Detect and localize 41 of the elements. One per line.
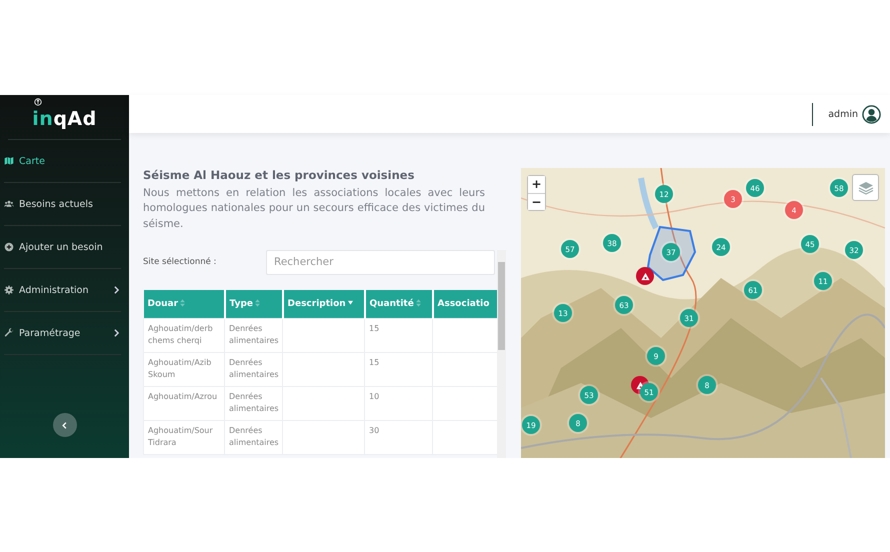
- user-avatar-icon[interactable]: [862, 104, 881, 124]
- logo: inqAd: [32, 108, 97, 130]
- wrench-icon: [4, 328, 14, 338]
- column-header[interactable]: Quantité: [364, 290, 432, 318]
- table-cell: Aghouatim/Azib Skoum: [148, 358, 212, 379]
- users-icon: [4, 199, 14, 209]
- table-cell: Denrées alimentaires: [229, 426, 279, 447]
- table-cell: 30: [369, 426, 380, 435]
- table-cell: Denrées alimentaires: [229, 324, 279, 345]
- map-icon: [4, 156, 14, 166]
- logo-circle-icon: [34, 98, 42, 106]
- table-cell: Denrées alimentaires: [229, 392, 279, 413]
- table-cell: Aghouatim/Sour Tidrara: [148, 426, 213, 447]
- chevron-left-icon: [62, 422, 67, 428]
- page-title: Séisme Al Haouz et les provinces voisines: [143, 168, 416, 182]
- scrollbar[interactable]: [497, 250, 506, 458]
- table-cell: Aghouatim/Azrou: [148, 392, 218, 401]
- warning-icon: [640, 272, 650, 280]
- column-header[interactable]: Description: [282, 290, 364, 318]
- gear-icon: [4, 285, 14, 295]
- table-cell: 10: [369, 392, 380, 401]
- nav-item[interactable]: Paramétrage: [4, 312, 121, 355]
- nav-item[interactable]: Besoins actuels: [4, 183, 121, 226]
- table-cell: 15: [369, 358, 380, 367]
- user-name: admin: [828, 108, 858, 120]
- zoom-out-button[interactable]: −: [528, 193, 545, 210]
- column-header[interactable]: Type: [224, 290, 282, 318]
- nav-item[interactable]: Ajouter un besoin: [4, 226, 121, 269]
- nav-item[interactable]: Administration: [4, 269, 121, 312]
- collapse-button[interactable]: [52, 413, 76, 437]
- table-cell: Aghouatim/derb chems cherqi: [148, 324, 213, 345]
- intro-text: Nous mettons en relation les associations locales avec leurs homologues nationales pour un secours efficace des victimes du séisme.: [143, 186, 485, 232]
- column-header[interactable]: Douar: [144, 290, 224, 318]
- site-label: Site sélectionné :: [143, 257, 218, 268]
- table-cell: 15: [369, 324, 380, 333]
- plus-circle-icon: [4, 242, 14, 252]
- nav-item[interactable]: Carte: [4, 140, 121, 183]
- layers-icon: [858, 180, 874, 194]
- column-header[interactable]: Associatio: [432, 290, 497, 318]
- table-cell: Denrées alimentaires: [229, 358, 279, 379]
- search-field[interactable]: Rechercher: [266, 250, 495, 275]
